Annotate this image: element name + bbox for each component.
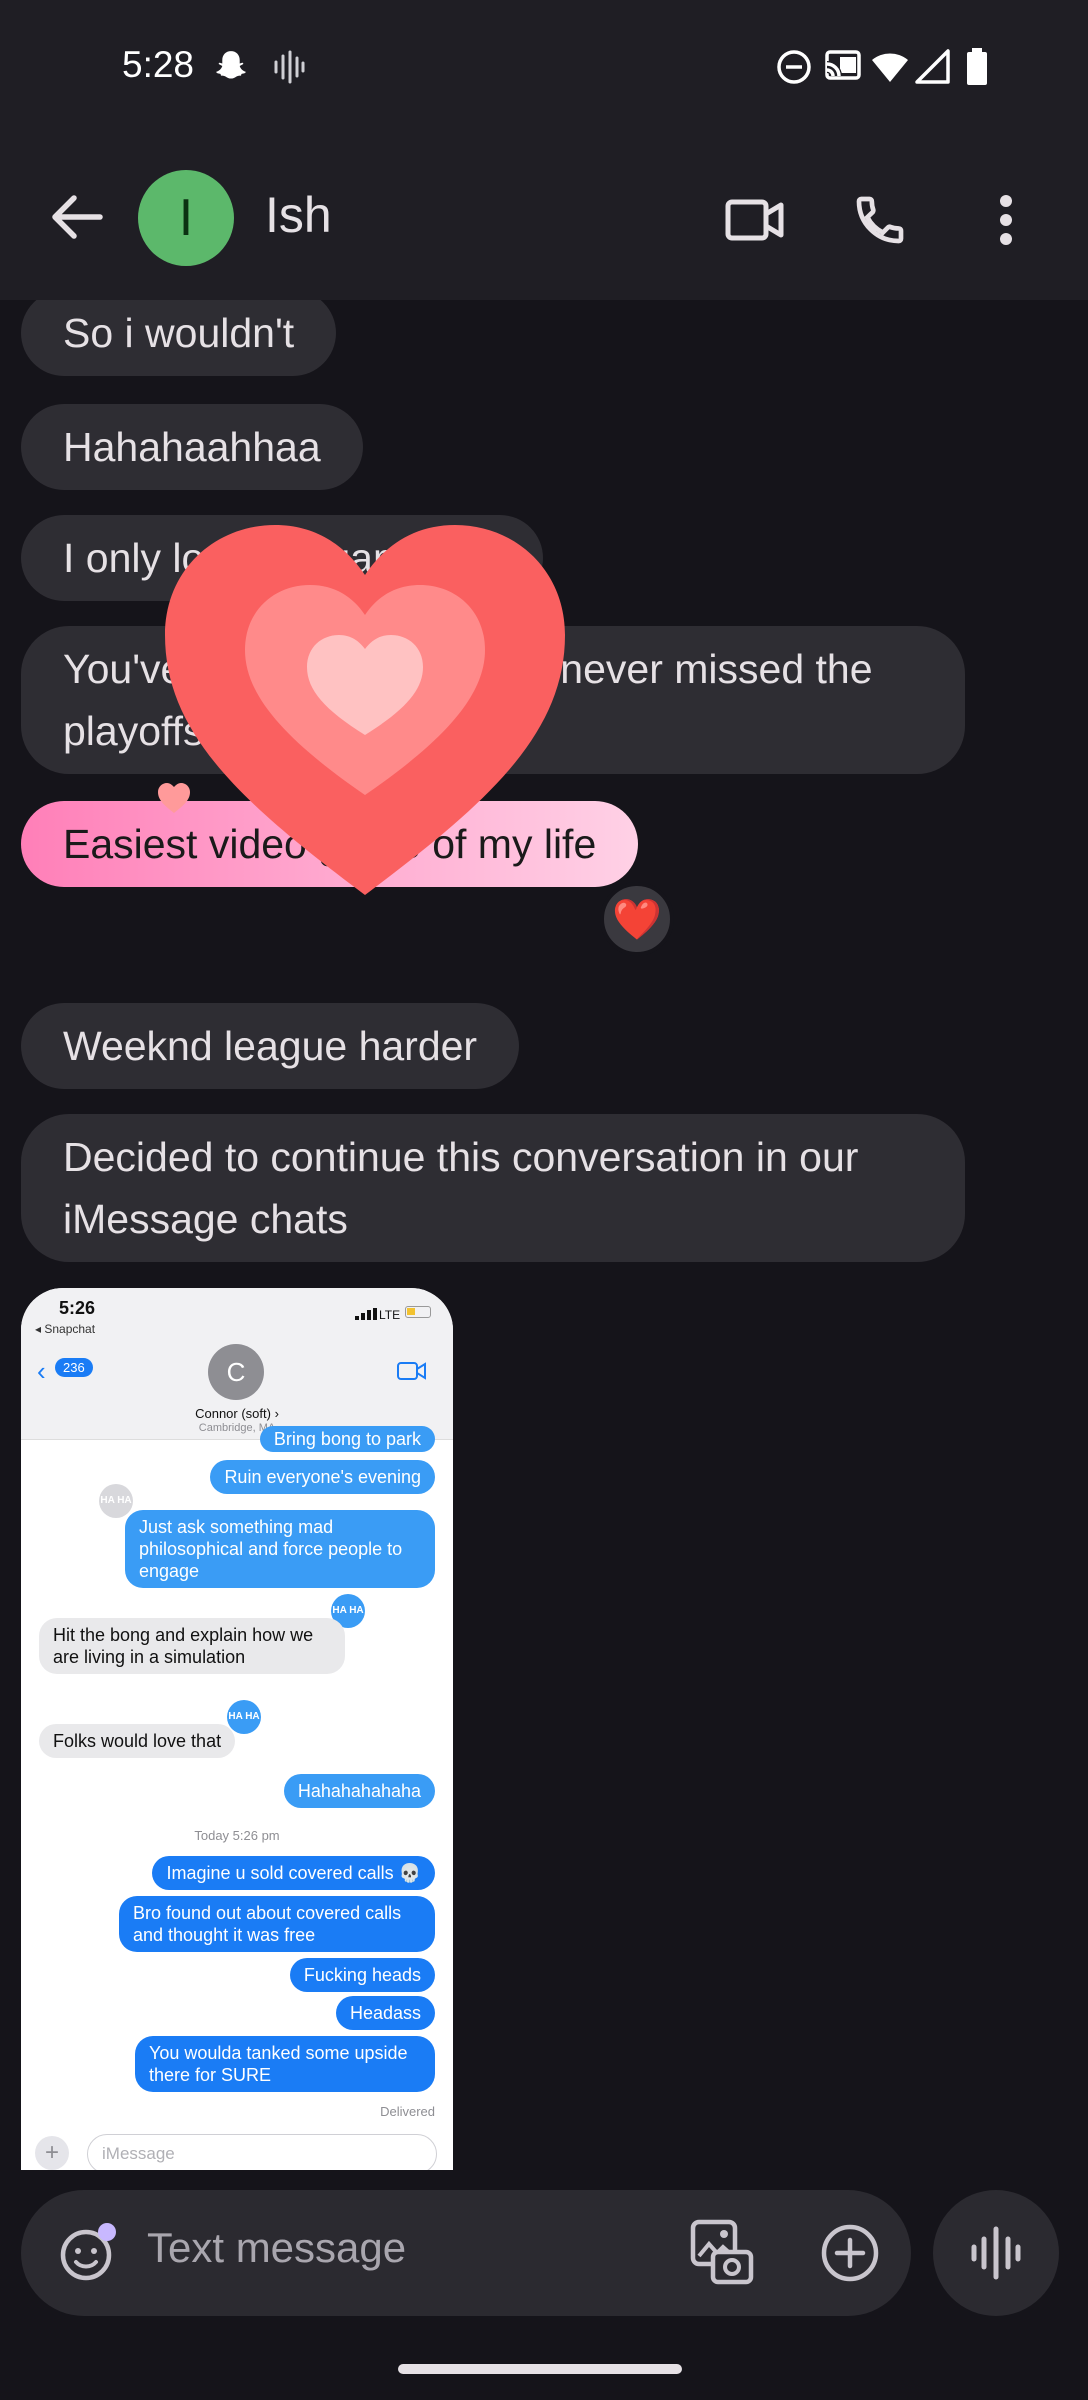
emoji-sticker-icon[interactable] — [55, 2220, 121, 2286]
screenshot-plus-icon: + — [35, 2136, 69, 2170]
image-attachment[interactable]: 5:26 ◂ Snapchat LTE ‹ 236 C Connor (soft… — [21, 1288, 453, 2170]
screenshot-message: You woulda tanked some upside there for … — [135, 2036, 435, 2092]
home-indicator[interactable] — [398, 2364, 682, 2374]
screenshot-source-app: ◂ Snapchat — [35, 1322, 96, 1336]
audio-waveform-icon — [971, 2226, 1021, 2280]
screenshot-video-icon — [397, 1362, 426, 1380]
screenshot-message: Bro found out about covered calls and th… — [119, 1896, 435, 1952]
screenshot-message: Bring bong to park — [259, 1426, 435, 1452]
phone-call-button[interactable] — [840, 180, 920, 260]
message-bubble[interactable]: Hahahaahhaa — [21, 404, 363, 490]
status-time: 5:28 — [122, 44, 195, 85]
screenshot-header: 5:26 ◂ Snapchat LTE ‹ 236 C Connor (soft… — [21, 1288, 453, 1440]
heart-reaction-badge[interactable]: ❤️ — [600, 882, 674, 956]
arrow-back-icon — [52, 195, 103, 239]
screenshot-time: 5:26 — [59, 1298, 96, 1318]
do-not-disturb-icon — [777, 50, 811, 84]
screenshot-network: LTE — [379, 1308, 401, 1322]
screenshot-imessage-field: iMessage — [87, 2134, 437, 2170]
status-bar: 5:28 — [0, 0, 1088, 140]
screenshot-message: Folks would love that — [39, 1724, 236, 1758]
battery-icon — [967, 48, 987, 85]
voice-message-button[interactable] — [933, 2190, 1059, 2316]
signal-icon — [915, 49, 950, 84]
small-heart-icon — [158, 783, 190, 813]
cast-icon — [825, 50, 861, 80]
screenshot-date-divider: Today 5:26 pm — [194, 1828, 280, 1843]
text-message-input[interactable]: Text message — [147, 2224, 406, 2272]
screenshot-delivered-status: Delivered — [380, 2104, 435, 2119]
snapchat-icon — [216, 51, 246, 79]
video-camera-icon — [725, 199, 784, 241]
screenshot-message: Fucking heads — [289, 1958, 435, 1992]
screenshot-message: Ruin everyone's evening — [210, 1460, 435, 1494]
more-options-button[interactable] — [966, 180, 1046, 260]
screenshot-contact-avatar: C — [208, 1344, 264, 1400]
screenshot-haha-tapback: HA HA — [227, 1700, 261, 1734]
phone-icon — [856, 196, 904, 244]
screenshot-message: Headass — [335, 1996, 435, 2030]
wifi-icon — [872, 53, 908, 82]
screenshot-signal-icon — [355, 1308, 377, 1320]
video-call-button[interactable] — [715, 180, 795, 260]
more-vert-icon — [1000, 195, 1012, 245]
voice-recorder-icon — [274, 50, 305, 84]
screenshot-battery-icon — [405, 1306, 431, 1318]
heart-animation-icon — [165, 525, 565, 895]
screenshot-contact-initial: C — [226, 1356, 246, 1387]
contact-avatar[interactable]: I — [138, 170, 234, 266]
back-button[interactable] — [42, 182, 112, 252]
add-circle-icon[interactable] — [817, 2220, 883, 2286]
avatar-letter: I — [178, 189, 194, 247]
screenshot-haha-tapback: HA HA — [99, 1484, 133, 1518]
screenshot-message: Hahahahahaha — [283, 1774, 435, 1808]
screenshot-back-count: 236 — [55, 1358, 93, 1377]
conversation-header: I Ish — [0, 140, 1088, 300]
screenshot-contact-name: Connor (soft) › — [195, 1406, 279, 1421]
screenshot-input-bar: + iMessage — [21, 2128, 453, 2170]
screenshot-message: Imagine u sold covered calls 💀 — [152, 1856, 435, 1890]
compose-bar: Text message — [21, 2190, 911, 2316]
message-bubble[interactable]: So i wouldn't — [21, 300, 337, 376]
contact-name[interactable]: Ish — [265, 186, 332, 244]
message-list[interactable]: So i wouldn't Hahahaahhaa I only lost on… — [0, 300, 1088, 2180]
screenshot-back-chevron-icon: ‹ — [37, 1356, 46, 1386]
screenshot-message: Hit the bong and explain how we are livi… — [39, 1618, 345, 1674]
reaction-emoji: ❤️ — [612, 897, 662, 942]
screenshot-message: Just ask something mad philosophical and… — [125, 1510, 435, 1588]
message-bubble[interactable]: Weeknd league harder — [21, 1003, 520, 1089]
gallery-icon[interactable] — [687, 2218, 757, 2288]
message-bubble[interactable]: Decided to continue this conversation in… — [21, 1114, 965, 1262]
